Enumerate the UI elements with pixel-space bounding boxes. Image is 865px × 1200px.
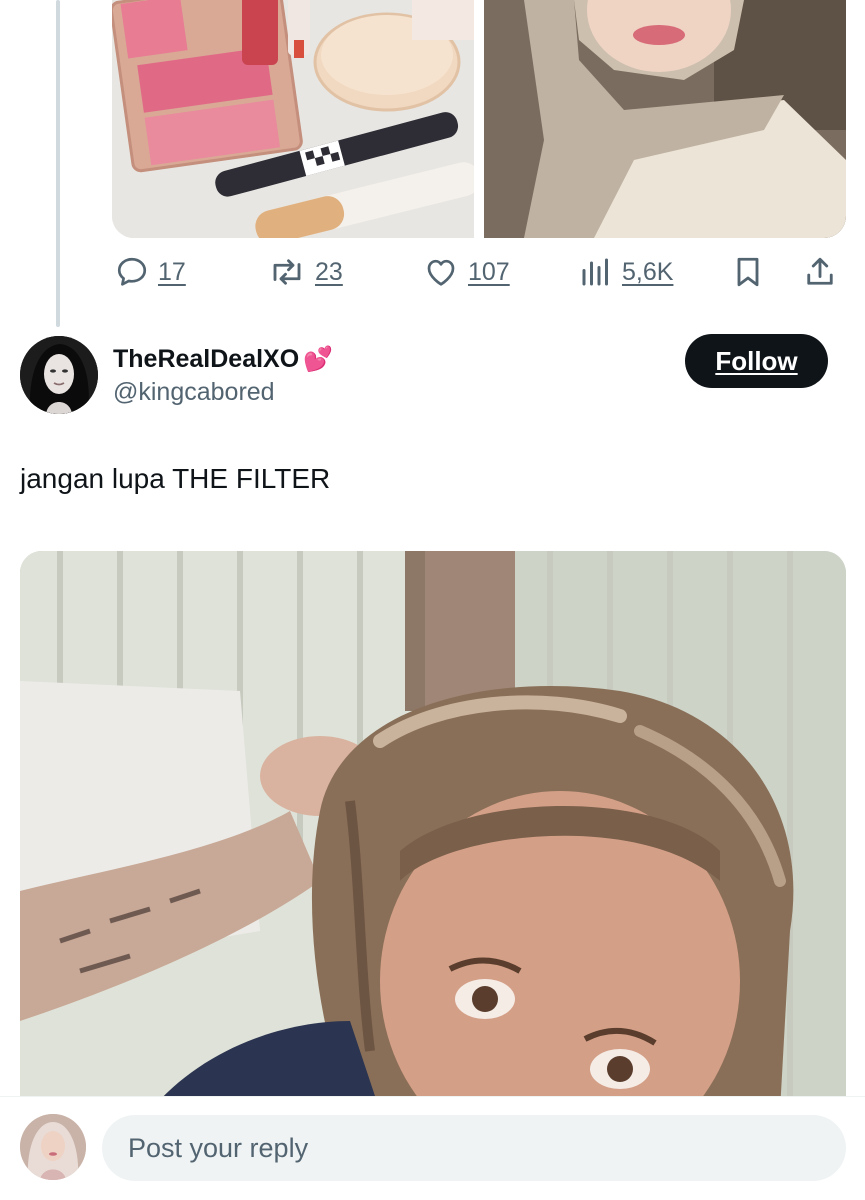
share-button[interactable] (802, 250, 838, 294)
author-avatar-image (20, 336, 98, 414)
repost-arrows-icon (273, 259, 301, 285)
views-action[interactable]: 5,6K (578, 250, 673, 294)
follow-button[interactable]: Follow (685, 334, 828, 388)
previous-tweet-action-bar: 17 23 107 5,6K (112, 250, 846, 294)
hijab-woman-photo[interactable] (484, 0, 846, 238)
tweet-main-media[interactable] (20, 551, 846, 1111)
author-display-name[interactable]: TheRealDealXO 💕 (113, 345, 333, 374)
reply-count: 17 (158, 257, 186, 286)
author-name-text: TheRealDealXO (113, 345, 300, 373)
share-upload-icon (807, 257, 833, 285)
thread-connector-line (56, 0, 60, 327)
reply-bar (0, 1096, 865, 1200)
current-user-avatar-image (20, 1114, 86, 1180)
current-user-avatar[interactable] (20, 1114, 86, 1180)
makeup-products-image (112, 0, 474, 238)
two-hearts-emoji-icon: 💕 (303, 346, 334, 373)
like-action[interactable]: 107 (422, 250, 510, 294)
repost-action[interactable]: 23 (267, 250, 343, 294)
views-bar-chart-icon (582, 258, 608, 286)
reply-input[interactable] (102, 1115, 846, 1181)
previous-tweet-media[interactable] (112, 0, 846, 238)
views-count: 5,6K (622, 257, 674, 286)
bookmark-button[interactable] (730, 250, 766, 294)
tweet-text: jangan lupa THE FILTER (20, 463, 331, 494)
author-avatar[interactable] (20, 336, 98, 414)
like-count: 107 (468, 257, 510, 286)
hair-photo-image (20, 551, 846, 1111)
hijab-woman-image (484, 0, 846, 238)
reply-bubble-icon (117, 257, 147, 286)
repost-count: 23 (315, 257, 343, 286)
reply-action[interactable]: 17 (114, 250, 186, 294)
makeup-products-photo[interactable] (112, 0, 474, 238)
author-handle[interactable]: @kingcabored (113, 378, 275, 407)
bookmark-icon (737, 257, 759, 287)
heart-icon (427, 259, 455, 286)
